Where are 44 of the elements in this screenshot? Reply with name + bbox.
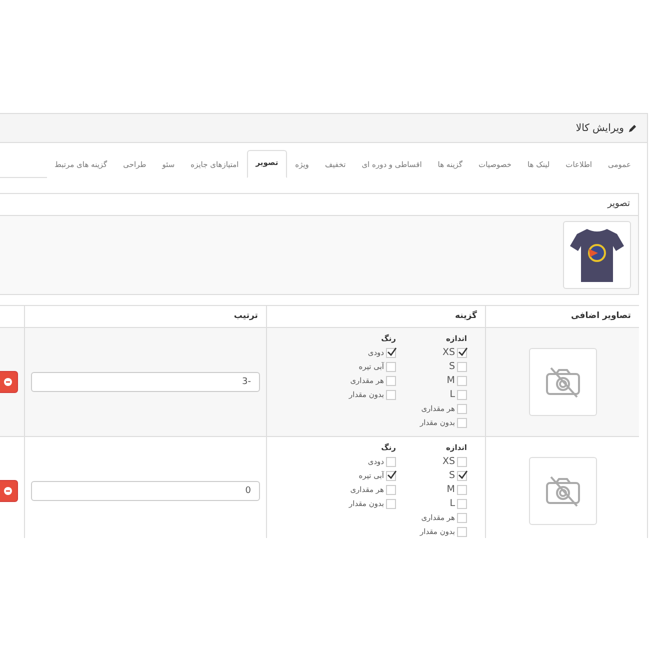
order-input[interactable]: 0 — [31, 481, 260, 501]
no-camera-icon — [544, 365, 582, 399]
minus-circle-icon — [4, 378, 12, 386]
checkbox[interactable] — [457, 390, 467, 400]
checkbox[interactable] — [457, 404, 467, 414]
checkbox[interactable] — [386, 362, 396, 372]
option-label: L — [450, 497, 455, 510]
checkbox[interactable] — [457, 484, 467, 494]
checkbox[interactable] — [457, 348, 467, 358]
checkbox[interactable] — [457, 498, 467, 508]
option-label: S — [448, 360, 455, 373]
image-placeholder[interactable] — [528, 348, 596, 416]
checkbox[interactable] — [386, 484, 396, 494]
checkbox[interactable] — [386, 498, 396, 508]
column-header: گزینه — [266, 306, 485, 327]
checkbox[interactable] — [457, 376, 467, 386]
checkbox[interactable] — [386, 348, 396, 358]
checkbox[interactable] — [386, 470, 396, 480]
column-header: تصاویر اضافی — [485, 306, 639, 327]
checkbox[interactable] — [457, 418, 467, 428]
tshirt-image[interactable] — [563, 221, 631, 289]
checkbox[interactable] — [457, 512, 467, 522]
minus-circle-icon — [4, 487, 12, 495]
option-label: L — [450, 388, 455, 401]
option-label: XS — [442, 346, 455, 359]
order-input[interactable]: -3 — [31, 372, 260, 392]
no-camera-icon — [544, 474, 582, 508]
checkbox[interactable] — [386, 456, 396, 466]
panel-title: ویرایش کالا — [576, 122, 624, 134]
option-label: XS — [442, 455, 455, 468]
checkbox[interactable] — [457, 526, 467, 536]
checkbox[interactable] — [457, 470, 467, 480]
checkbox[interactable] — [386, 390, 396, 400]
remove-button[interactable] — [0, 480, 18, 502]
column-header: ترتیب — [24, 306, 266, 327]
checkbox[interactable] — [457, 456, 467, 466]
option-label: S — [448, 469, 455, 482]
pencil-icon — [628, 124, 637, 132]
checkbox[interactable] — [386, 376, 396, 386]
option-label: M — [446, 483, 455, 496]
remove-button[interactable] — [0, 371, 18, 393]
option-label: M — [446, 374, 455, 387]
image-placeholder[interactable] — [528, 457, 596, 525]
checkbox[interactable] — [457, 362, 467, 372]
